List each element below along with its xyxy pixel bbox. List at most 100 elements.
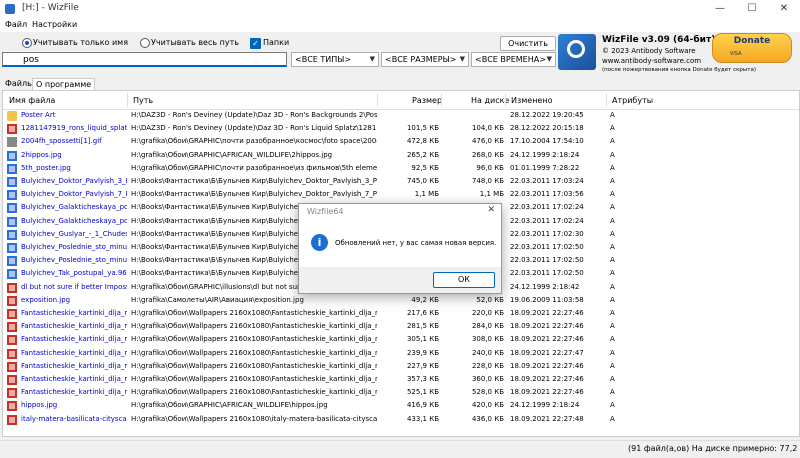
cell-size: 92,5 КБ: [411, 163, 439, 172]
cell-path: H:\grafika\Обои\Wallpapers 2160x1080\Fan…: [131, 361, 377, 370]
maximize-button[interactable]: ☐: [736, 0, 768, 18]
table-row[interactable]: Bulyichev_Doktor_Pavlyish_3_Pos H:\Books\…: [3, 176, 799, 188]
table-row[interactable]: Fantasticheskie_kartinki_dlja_mo H:\grafi…: [3, 361, 799, 373]
image-file-icon: [7, 243, 17, 253]
chevron-down-icon: ▼: [369, 55, 375, 63]
image-file-icon: [7, 322, 17, 333]
table-row[interactable]: Fantasticheskie_kartinki_dlja_mo H:\grafi…: [3, 334, 799, 346]
cell-path: H:\DAZ3D - Ron's Deviney (Update)\Daz 3D…: [131, 111, 377, 119]
clear-button[interactable]: Очистить: [500, 36, 556, 51]
cell-name: Bulyichev_Doktor_Pavlyish_3_Pos: [21, 177, 127, 185]
cell-path: H:\grafika\Обои\Wallpapers 2160x1080\ita…: [131, 414, 377, 423]
image-file-icon: [7, 256, 17, 267]
column-divider[interactable]: [606, 93, 607, 107]
cell-path: H:\grafika\Обои\Wallpapers 2160x1080\Fan…: [131, 388, 377, 397]
cell-size: 357,3 КБ: [406, 375, 439, 383]
table-row[interactable]: hippos.jpg H:\grafika\Обои\GRAPHIC\AFRICA…: [3, 400, 799, 412]
table-row[interactable]: Fantasticheskie_kartinki_dlja_mo H:\grafi…: [3, 387, 799, 399]
column-header-size[interactable]: Размер: [412, 96, 442, 105]
image-file-icon: [7, 295, 17, 306]
ok-button[interactable]: ОК: [433, 272, 495, 288]
match-name-radio[interactable]: [22, 38, 32, 48]
cell-name: Fantasticheskie_kartinki_dlja_mo: [21, 388, 127, 397]
table-row[interactable]: 2004fh_spossetti[1].gif H:\grafika\Обои\G…: [3, 136, 799, 148]
cell-attributes: A: [610, 375, 615, 383]
times-filter-value: <ВСЕ ВРЕМЕНА>: [475, 55, 546, 64]
table-row[interactable]: Fantasticheskie_kartinki_dlja_mo H:\grafi…: [3, 308, 799, 320]
column-divider[interactable]: [441, 93, 442, 107]
cell-modified: 22.03.2011 17:02:50: [510, 243, 584, 251]
column-header-path[interactable]: Путь: [133, 96, 153, 105]
table-row[interactable]: italy-matera-basilicata-cityscap H:\grafi…: [3, 414, 799, 426]
cell-attributes: A: [610, 414, 615, 423]
cell-name: Bulyichev_Galakticheskaya_polit: [21, 216, 127, 225]
table-row[interactable]: 1281147919_rons_liquid_splatz_g H:\DAZ3D …: [3, 123, 799, 135]
cell-modified: 18.09.2021 22:27:46: [510, 322, 584, 331]
minimize-button[interactable]: —: [704, 0, 736, 18]
cell-name: Fantasticheskie_kartinki_dlja_mo: [21, 322, 127, 331]
image-file-icon: [7, 190, 17, 201]
cell-name: Fantasticheskie_kartinki_dlja_mo: [21, 348, 127, 357]
types-filter[interactable]: <ВСЕ ТИПЫ> ▼: [291, 52, 379, 67]
cell-path: H:\grafika\Обои\GRAPHIC\почти разобранно…: [131, 137, 377, 146]
menu-file[interactable]: Файл: [5, 20, 27, 29]
cell-modified: 28.12.2022 19:20:45: [510, 111, 584, 119]
column-header-name[interactable]: Имя файла: [9, 96, 55, 105]
table-row[interactable]: Bulyichev_Doktor_Pavlyish_7_Pos H:\Books\…: [3, 189, 799, 201]
times-filter[interactable]: <ВСЕ ВРЕМЕНА> ▼: [471, 52, 556, 67]
column-divider[interactable]: [377, 93, 378, 107]
status-text: (91 файл(а,ов) На диске примерно: 77,2 М…: [628, 444, 800, 453]
cell-modified: 22.03.2011 17:03:24: [510, 177, 584, 185]
cell-name: Bulyichev_Poslednie_sto_minut.: [21, 256, 127, 265]
cell-name: Fantasticheskie_kartinki_dlja_mo: [21, 335, 127, 344]
cell-name: Poster Art: [21, 111, 56, 119]
close-button[interactable]: ✕: [768, 0, 800, 18]
image-file-icon: [7, 124, 17, 135]
menu-settings[interactable]: Настройки: [32, 20, 77, 29]
sizes-filter[interactable]: <ВСЕ РАЗМЕРЫ> ▼: [381, 52, 469, 67]
table-row[interactable]: Poster Art H:\DAZ3D - Ron's Deviney (Upda…: [3, 110, 799, 122]
cell-modified: 22.03.2011 17:02:24: [510, 216, 584, 225]
cell-name: Bulyichev_Doktor_Pavlyish_7_Pos: [21, 190, 127, 199]
column-header-modified[interactable]: Изменено: [511, 96, 552, 105]
cell-size: 745,0 КБ: [406, 177, 439, 185]
cell-attributes: A: [610, 203, 615, 212]
donate-label: Donate: [733, 36, 771, 46]
cell-disk: 284,0 КБ: [471, 322, 504, 331]
cell-attributes: A: [610, 295, 615, 304]
table-row[interactable]: exposition.jpg H:\grafika\Самолеты\AIR\Ав…: [3, 295, 799, 307]
cell-path: H:\grafika\Обои\GRAPHIC\AFRICAN_WILDLIFE…: [131, 150, 333, 159]
cell-disk: 240,0 КБ: [471, 348, 504, 357]
table-row[interactable]: Fantasticheskie_kartinki_dlja_mo H:\grafi…: [3, 321, 799, 333]
cell-name: italy-matera-basilicata-cityscap: [21, 414, 127, 423]
dialog-close-icon[interactable]: ✕: [487, 205, 495, 215]
cell-attributes: A: [610, 282, 615, 291]
image-file-icon: [7, 348, 17, 359]
column-divider[interactable]: [127, 93, 128, 107]
image-file-icon: [7, 401, 17, 412]
match-path-radio[interactable]: [140, 38, 150, 48]
table-row[interactable]: Fantasticheskie_kartinki_dlja_mo H:\grafi…: [3, 374, 799, 386]
table-row[interactable]: 5th_poster.jpg H:\grafika\Обои\GRAPHIC\по…: [3, 163, 799, 175]
about-site-link[interactable]: www.antibody-software.com: [602, 57, 701, 65]
image-file-icon: [7, 309, 17, 319]
column-header-disk[interactable]: На диске: [471, 96, 509, 105]
image-file-icon: [7, 414, 17, 425]
cell-disk: 308,0 КБ: [471, 335, 504, 344]
column-header-attributes[interactable]: Атрибуты: [612, 96, 653, 105]
tab-strip: Файлы О программе: [0, 76, 800, 91]
column-divider[interactable]: [505, 93, 506, 107]
table-row[interactable]: 2hippos.jpg H:\grafika\Обои\GRAPHIC\AFRIC…: [3, 150, 799, 162]
table-row[interactable]: Fantasticheskie_kartinki_dlja_mo H:\grafi…: [3, 348, 799, 360]
cell-name: dl but not sure if better Impossi: [21, 282, 127, 291]
donate-button[interactable]: Donate: [712, 33, 792, 63]
folders-checkbox[interactable]: ✓: [250, 38, 261, 49]
search-input[interactable]: pos: [2, 52, 287, 67]
cell-size: 239,9 КБ: [406, 348, 439, 357]
cell-disk: 96,0 КБ: [476, 163, 504, 172]
cell-attributes: A: [610, 401, 615, 410]
cell-name: 2004fh_spossetti[1].gif: [21, 137, 102, 146]
cell-attributes: A: [610, 163, 615, 172]
cell-size: 305,1 КБ: [406, 335, 439, 344]
cell-modified: 18.09.2021 22:27:48: [510, 414, 584, 423]
